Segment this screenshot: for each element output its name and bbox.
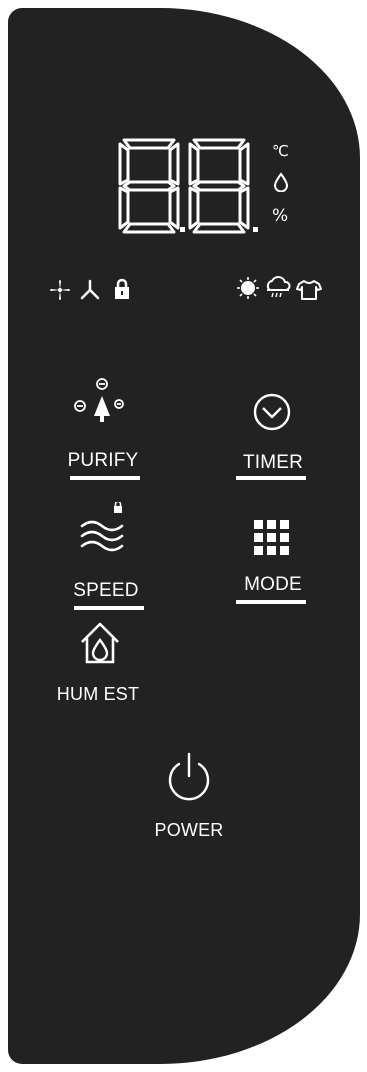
- control-panel: 88 ℃ %: [8, 8, 360, 1064]
- display-units: ℃ %: [272, 142, 300, 232]
- grid-icon: [254, 520, 289, 555]
- celsius-unit: ℃: [272, 142, 289, 160]
- percent-unit: %: [272, 206, 289, 226]
- purify-label: PURIFY: [67, 450, 139, 471]
- power-button[interactable]: POWER: [134, 750, 244, 850]
- rain-cloud-icon: [266, 276, 291, 298]
- mode-button[interactable]: MODE: [228, 502, 318, 612]
- hum-est-button[interactable]: HUM EST: [48, 620, 148, 710]
- speed-button[interactable]: SPEED: [58, 502, 148, 612]
- sun-icon: [237, 277, 259, 299]
- mode-underline: [236, 600, 306, 604]
- decimal-point-2: [253, 227, 258, 232]
- power-label: POWER: [154, 820, 224, 840]
- hum-est-label: HUM EST: [56, 684, 140, 704]
- power-icon: [168, 752, 210, 801]
- mode-label: MODE: [244, 574, 302, 595]
- decimal-point-1: [180, 227, 185, 232]
- shirt-icon: [296, 280, 322, 300]
- lock-icon: [115, 278, 129, 299]
- house-drop-icon: [81, 622, 119, 664]
- purify-underline: [70, 476, 140, 480]
- tree-ion-icon: [74, 378, 124, 422]
- wind-waves-icon: [80, 502, 124, 552]
- speed-underline: [74, 606, 144, 610]
- speed-label: SPEED: [73, 580, 139, 601]
- timer-button[interactable]: TIMER: [228, 372, 318, 484]
- seven-segment-display: [118, 138, 258, 234]
- purify-button[interactable]: PURIFY: [58, 372, 148, 484]
- ion-icon: [80, 279, 100, 300]
- clock-icon: [253, 393, 291, 431]
- fan-icon: [50, 280, 70, 300]
- timer-label: TIMER: [242, 452, 304, 473]
- humidity-drop-icon: [274, 172, 288, 192]
- timer-underline: [236, 476, 306, 480]
